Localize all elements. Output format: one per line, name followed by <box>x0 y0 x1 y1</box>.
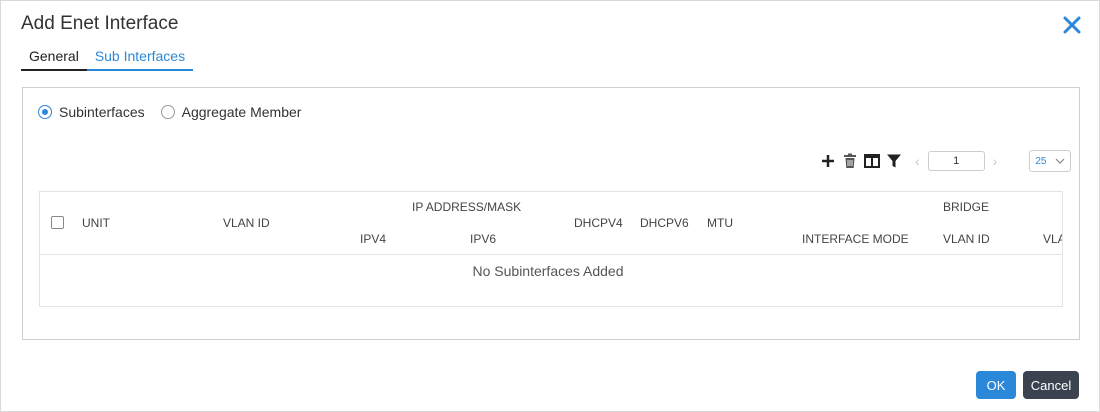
table-header: UNIT VLAN ID IP ADDRESS/MASK IPV4 IPV6 D… <box>40 192 1062 255</box>
table-toolbar: ‹ › 25 <box>819 150 1072 172</box>
add-icon[interactable] <box>819 152 837 170</box>
column-vla-truncated[interactable]: VLA <box>1043 232 1062 246</box>
subinterfaces-radio-label: Subinterfaces <box>59 104 145 120</box>
page-number-input[interactable] <box>927 151 985 171</box>
column-unit[interactable]: UNIT <box>82 216 110 230</box>
next-page-icon[interactable]: › <box>993 153 998 169</box>
page-size-value: 25 <box>1035 155 1047 167</box>
aggregate-member-radio[interactable] <box>160 105 175 119</box>
tab-sub-interfaces[interactable]: Sub Interfaces <box>86 43 194 71</box>
column-dhcpv6[interactable]: DHCPV6 <box>640 216 689 230</box>
tab-bar: General Sub Interfaces <box>21 43 194 71</box>
column-vlan-id[interactable]: VLAN ID <box>223 216 270 230</box>
previous-page-icon[interactable]: ‹ <box>915 153 920 169</box>
subinterfaces-table: UNIT VLAN ID IP ADDRESS/MASK IPV4 IPV6 D… <box>39 191 1063 307</box>
cancel-button[interactable]: Cancel <box>1023 371 1079 399</box>
delete-icon[interactable] <box>841 152 859 170</box>
column-ipv6[interactable]: IPV6 <box>470 232 496 246</box>
column-bridge-vlan-id[interactable]: VLAN ID <box>943 232 990 246</box>
columns-icon[interactable] <box>863 152 881 170</box>
chevron-down-icon <box>1055 158 1065 164</box>
column-interface-mode[interactable]: INTERFACE MODE <box>802 232 909 246</box>
ok-button[interactable]: OK <box>976 371 1016 399</box>
page-size-select[interactable]: 25 <box>1029 150 1072 172</box>
filter-icon[interactable] <box>885 152 903 170</box>
dialog-title: Add Enet Interface <box>21 13 179 34</box>
column-group-ip-address: IP ADDRESS/MASK <box>412 200 522 214</box>
add-enet-interface-dialog: Add Enet Interface General Sub Interface… <box>0 0 1100 412</box>
select-all-checkbox[interactable] <box>51 216 64 229</box>
column-mtu[interactable]: MTU <box>707 216 733 230</box>
column-group-bridge: BRIDGE <box>943 200 990 214</box>
tab-general[interactable]: General <box>21 43 87 71</box>
aggregate-member-radio-label: Aggregate Member <box>181 104 302 120</box>
subinterfaces-radio[interactable] <box>38 105 52 119</box>
column-dhcpv4[interactable]: DHCPV4 <box>574 216 623 230</box>
close-icon[interactable] <box>1060 13 1084 37</box>
empty-table-message: No Subinterfaces Added <box>472 263 624 279</box>
column-ipv4[interactable]: IPV4 <box>360 232 386 246</box>
interface-type-radio-group: Subinterfaces Aggregate Member <box>38 104 317 120</box>
sub-interfaces-panel: Subinterfaces Aggregate Member ‹ › 25 <box>22 87 1080 340</box>
